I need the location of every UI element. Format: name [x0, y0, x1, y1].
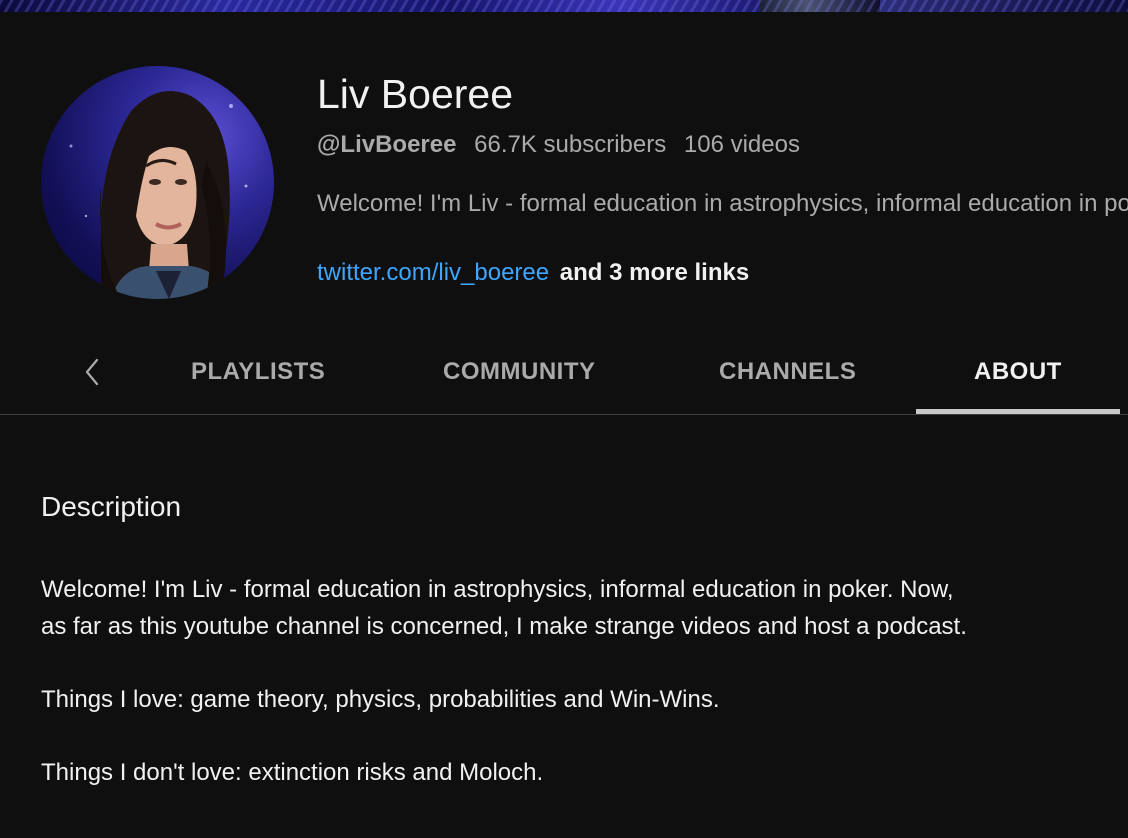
channel-name: Liv Boeree: [317, 71, 514, 117]
tab-playlists[interactable]: PLAYLISTS: [191, 352, 325, 392]
channel-handle: @LivBoeree: [317, 131, 457, 158]
description-paragraph: Welcome! I'm Liv - formal education in a…: [41, 576, 967, 640]
twitter-link[interactable]: twitter.com/liv_boeree: [317, 259, 549, 286]
channel-avatar[interactable]: [41, 66, 274, 299]
description-paragraph: Things I love: game theory, physics, pro…: [41, 685, 720, 713]
channel-description: Welcome! I'm Liv - formal education in a…: [41, 572, 971, 828]
video-count: 106 videos: [683, 131, 800, 158]
channel-tabs: PLAYLISTS COMMUNITY CHANNELS ABOUT: [0, 330, 1128, 415]
channel-links: twitter.com/liv_boeree and 3 more links: [317, 259, 749, 287]
description-heading: Description: [41, 491, 182, 522]
description-paragraph: Things I don't love: extinction risks an…: [41, 758, 544, 786]
channel-banner: [0, 0, 1128, 12]
tabs-scroll-left-button[interactable]: [72, 354, 112, 390]
subscriber-count: 66.7K subscribers: [474, 131, 667, 158]
channel-meta: @LivBoeree 66.7K subscribers 106 videos: [317, 131, 811, 159]
chevron-left-icon: [85, 358, 99, 386]
tab-channels[interactable]: CHANNELS: [719, 352, 856, 392]
channel-tagline[interactable]: Welcome! I'm Liv - formal education in a…: [317, 190, 1128, 218]
banner-figure: [760, 0, 880, 12]
tab-about[interactable]: ABOUT: [974, 352, 1062, 392]
avatar-portrait: [69, 91, 248, 299]
more-links-button[interactable]: and 3 more links: [560, 259, 749, 286]
tab-community[interactable]: COMMUNITY: [443, 352, 595, 392]
active-tab-indicator: [916, 409, 1120, 414]
